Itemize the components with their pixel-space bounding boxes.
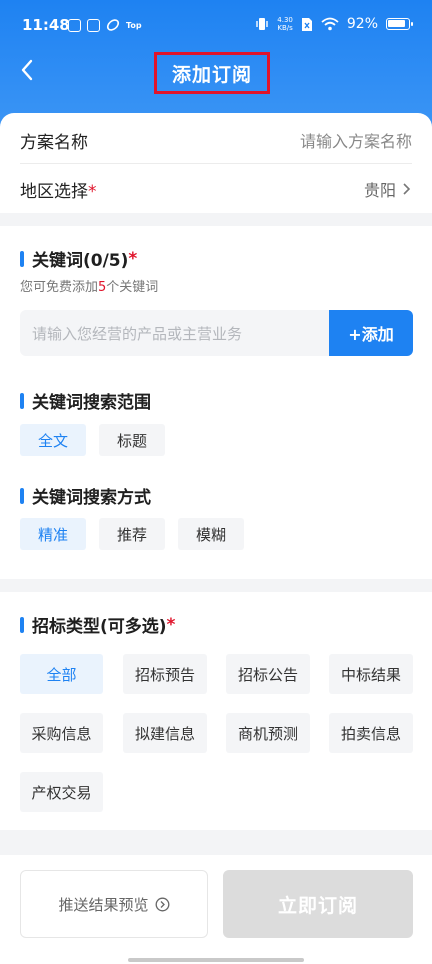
chevron-circle-right-icon (155, 897, 169, 911)
scope-option-full-text[interactable]: 全文 (20, 424, 86, 456)
bid-type-opportunity-forecast[interactable]: 商机预测 (226, 713, 310, 753)
bid-type-property-trade[interactable]: 产权交易 (20, 772, 103, 812)
net-speed-unit: KB/s (277, 24, 293, 32)
subscribe-now-button[interactable]: 立即订阅 (223, 870, 413, 938)
bid-type-award-result[interactable]: 中标结果 (329, 654, 413, 694)
bid-type-proposed-construction[interactable]: 拟建信息 (123, 713, 207, 753)
add-keyword-button[interactable]: +添加 (329, 310, 413, 356)
bid-type-all[interactable]: 全部 (20, 654, 103, 694)
required-mark: * (128, 248, 138, 269)
plan-name-row[interactable]: 方案名称 请输入方案名称 (20, 115, 412, 165)
bid-type-pre-announcement[interactable]: 招标预告 (123, 654, 207, 694)
section-marker (20, 392, 24, 409)
region-label: 地区选择* (20, 177, 97, 202)
preview-results-label: 推送结果预览 (58, 895, 149, 914)
bottom-action-bar: 推送结果预览 立即订阅 (0, 855, 432, 964)
keyword-input[interactable]: 请输入您经营的产品或主营业务 (20, 310, 330, 356)
bid-type-card: 招标类型(可多选) * 全部 招标预告 招标公告 中标结果 采购信息 拟建信息 … (0, 592, 432, 830)
vibrate-icon (256, 18, 268, 30)
chevron-right-icon (403, 183, 411, 195)
bid-type-announcement[interactable]: 招标公告 (226, 654, 310, 694)
section-marker (20, 250, 24, 267)
app-notification-icon (68, 18, 81, 32)
required-mark: * (166, 614, 176, 635)
required-mark: * (88, 181, 97, 202)
header: 11:48 Top 4.30 KB/s 92% 添加订阅 (0, 0, 432, 128)
region-row[interactable]: 地区选择* 贵阳 (20, 164, 412, 214)
sim-icon (301, 17, 312, 31)
bid-type-auction[interactable]: 拍卖信息 (329, 713, 413, 753)
battery-percent: 92% (346, 16, 378, 32)
hint-prefix: 您可免费添加 (20, 280, 99, 295)
link-icon (106, 19, 120, 31)
battery-icon (386, 18, 413, 30)
bid-type-title: 招标类型(可多选) * (20, 612, 175, 637)
chevron-left-icon (21, 59, 33, 81)
page-title: 添加订阅 (171, 63, 252, 86)
region-value: 贵阳 (363, 181, 396, 200)
bid-type-procurement[interactable]: 采购信息 (20, 713, 103, 753)
plan-name-label: 方案名称 (20, 132, 88, 153)
keywords-title: 关键词(0/5) * (20, 246, 137, 271)
page-title-box: 添加订阅 (154, 52, 270, 94)
home-indicator (128, 958, 304, 962)
net-speed: 4.30 KB/s (277, 16, 293, 32)
section-marker (20, 487, 24, 504)
mode-option-exact[interactable]: 精准 (20, 518, 86, 550)
keywords-hint: 您可免费添加5个关键词 (20, 276, 158, 295)
keywords-title-text: 关键词(0/5) (32, 251, 129, 271)
preview-results-button[interactable]: 推送结果预览 (20, 870, 208, 938)
wifi-icon (321, 17, 339, 31)
scope-option-title[interactable]: 标题 (99, 424, 165, 456)
section-marker (20, 616, 24, 633)
bid-type-title-text: 招标类型(可多选) (32, 617, 167, 637)
back-button[interactable] (14, 56, 42, 84)
keyword-card: 关键词(0/5) * 您可免费添加5个关键词 请输入您经营的产品或主营业务 +添… (0, 226, 432, 579)
message-notification-icon (87, 18, 100, 32)
mode-option-fuzzy[interactable]: 模糊 (178, 518, 244, 550)
mode-option-recommend[interactable]: 推荐 (99, 518, 165, 550)
status-bar: 11:48 Top 4.30 KB/s 92% (0, 0, 432, 52)
status-notification-icons: Top (68, 18, 142, 32)
status-right: 4.30 KB/s 92% (255, 16, 413, 32)
basic-info-card: 方案名称 请输入方案名称 地区选择* 贵阳 (0, 113, 432, 213)
region-select[interactable]: 贵阳 (364, 177, 412, 201)
hint-suffix: 个关键词 (106, 280, 159, 295)
plan-name-input[interactable]: 请输入方案名称 (300, 128, 412, 152)
search-scope-title: 关键词搜索范围 (20, 388, 151, 413)
top-app-icon: Top (126, 20, 142, 30)
net-speed-value: 4.30 (277, 16, 293, 24)
search-mode-title: 关键词搜索方式 (20, 483, 151, 508)
search-mode-title-text: 关键词搜索方式 (32, 488, 151, 508)
search-scope-title-text: 关键词搜索范围 (32, 393, 151, 413)
status-time: 11:48 (22, 16, 70, 34)
region-label-text: 地区选择 (20, 181, 88, 202)
